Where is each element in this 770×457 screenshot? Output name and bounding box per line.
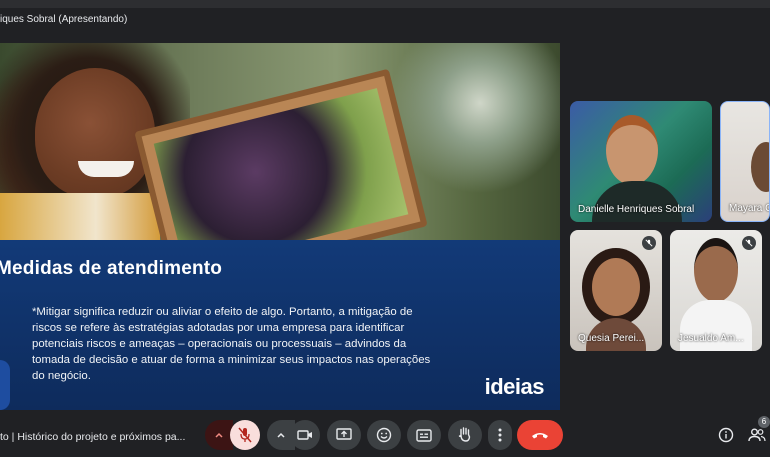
more-options-button[interactable] — [488, 420, 512, 450]
avatar — [751, 142, 769, 192]
more-icon — [498, 428, 502, 442]
info-icon[interactable] — [718, 427, 734, 443]
presentation-slide: Medidas de atendimento *Mitigar signific… — [0, 43, 560, 410]
mic-off-icon — [742, 236, 756, 250]
slide-photo — [0, 43, 560, 290]
mic-off-icon — [642, 236, 656, 250]
presenter-title: iques Sobral (Apresentando) — [0, 14, 128, 25]
captions-button[interactable] — [407, 420, 441, 450]
participant-count-badge: 6 — [758, 416, 770, 428]
camera-icon — [297, 430, 312, 440]
present-button[interactable] — [327, 420, 361, 450]
emoji-icon — [376, 427, 392, 443]
camera-button[interactable] — [290, 420, 320, 450]
avatar — [606, 115, 658, 185]
slide-edge-shape — [0, 360, 10, 410]
avatar — [694, 238, 738, 302]
avatar — [592, 258, 640, 316]
microphone-button[interactable] — [230, 420, 260, 450]
mic-off-icon — [238, 427, 252, 443]
participant-tile[interactable]: Quesia Perei... — [570, 230, 662, 351]
photo-shirt — [0, 193, 160, 240]
participant-name: Danielle Henriques Sobral — [578, 204, 695, 215]
slide-body: *Mitigar significa reduzir ou aliviar o … — [32, 306, 431, 382]
ideias-logo: ideias — [484, 374, 545, 399]
participant-tile[interactable]: Danielle Henriques Sobral — [570, 101, 712, 222]
audio-options-button[interactable] — [205, 420, 233, 450]
raise-hand-icon — [458, 427, 471, 442]
people-icon[interactable] — [748, 427, 766, 443]
chevron-up-icon — [215, 432, 223, 438]
meeting-title: to | Histórico do projeto e próximos pa.… — [0, 431, 186, 443]
slide-text-panel: Medidas de atendimento *Mitigar signific… — [0, 240, 560, 410]
chevron-up-icon — [277, 432, 285, 438]
participant-name: Jesualdo Am... — [678, 333, 744, 344]
emoji-button[interactable] — [367, 420, 401, 450]
participant-tile[interactable]: Mayara C — [720, 101, 770, 222]
present-icon — [336, 428, 352, 440]
window-strip — [0, 0, 770, 8]
participant-name: Quesia Perei... — [578, 333, 645, 344]
end-call-icon — [532, 433, 548, 439]
call-controls-bar: to | Histórico do projeto e próximos pa.… — [0, 415, 770, 457]
participant-tile[interactable]: Jesualdo Am... — [670, 230, 762, 351]
slide-heading: Medidas de atendimento — [0, 258, 223, 279]
photo-smile — [78, 161, 134, 177]
avatar-body — [592, 181, 682, 222]
captions-icon — [416, 429, 432, 442]
top-bar: iques Sobral (Apresentando) — [0, 0, 770, 36]
end-call-button[interactable] — [517, 420, 563, 450]
participant-name: Mayara C — [729, 203, 770, 214]
raise-hand-button[interactable] — [448, 420, 482, 450]
